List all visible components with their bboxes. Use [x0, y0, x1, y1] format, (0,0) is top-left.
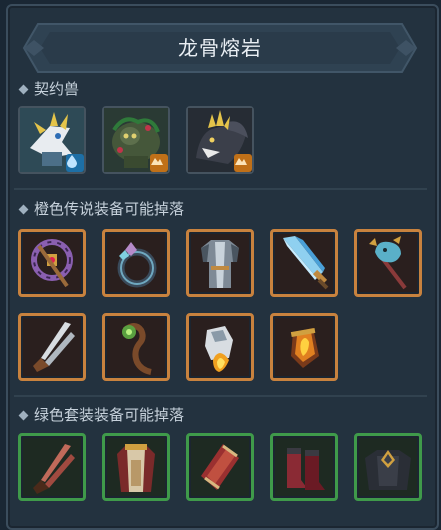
pet-slot-moss-beast[interactable]	[102, 106, 170, 174]
purple-staff-icon	[31, 239, 73, 288]
section-divider	[14, 395, 427, 397]
orange-item-ring[interactable]	[102, 229, 170, 297]
section-header-orange: 橙色传说装备可能掉落	[18, 198, 184, 220]
orange-item-flame-bracer[interactable]	[270, 313, 338, 381]
pet-slot-dark-wolf[interactable]	[186, 106, 254, 174]
section-header-pets: 契约兽	[18, 78, 79, 100]
green-item-cloak-armor[interactable]	[102, 433, 170, 501]
robe-armor-icon	[201, 240, 239, 288]
green-item-bracer[interactable]	[186, 433, 254, 501]
orange-item-dual-blade[interactable]	[18, 313, 86, 381]
section-label-pets: 契约兽	[34, 80, 80, 98]
orange-item-fire-gauntlet[interactable]	[186, 313, 254, 381]
diamond-bullet-icon	[18, 410, 29, 420]
section-divider	[14, 188, 427, 190]
dark-chestplate-icon	[365, 450, 411, 490]
ice-blade-icon	[283, 236, 329, 290]
water-drop-icon	[66, 154, 84, 172]
wooden-staff-icon	[122, 323, 152, 375]
orange-item-wooden-staff[interactable]	[102, 313, 170, 381]
diamond-bullet-icon	[18, 204, 29, 214]
section-header-green: 绿色套装装备可能掉落	[18, 404, 184, 426]
bird-scepter-icon	[369, 236, 407, 290]
orange-item-bird-scepter[interactable]	[354, 229, 422, 297]
cloak-armor-icon	[117, 444, 155, 492]
dual-blade-icon	[33, 444, 75, 494]
mountain-icon	[234, 154, 252, 172]
orange-item-robe-armor[interactable]	[186, 229, 254, 297]
section-label-green: 绿色套装装备可能掉落	[34, 406, 185, 424]
dual-blade-icon	[33, 322, 75, 372]
bracer-icon	[201, 444, 239, 490]
page-title: 龙骨熔岩	[178, 36, 262, 60]
orange-item-purple-staff[interactable]	[18, 229, 86, 297]
flame-bracer-icon	[290, 327, 319, 368]
green-item-dual-blade[interactable]	[18, 433, 86, 501]
orange-item-ice-blade[interactable]	[270, 229, 338, 297]
section-label-orange: 橙色传说装备可能掉落	[34, 200, 185, 218]
title-bar: 龙骨熔岩	[20, 20, 420, 76]
boots-icon	[287, 448, 325, 490]
green-item-boots[interactable]	[270, 433, 338, 501]
ring-icon	[117, 242, 157, 288]
pet-slot-white-dragon[interactable]	[18, 106, 86, 174]
green-item-dark-chestplate[interactable]	[354, 433, 422, 501]
diamond-bullet-icon	[18, 84, 29, 94]
mountain-icon	[150, 154, 168, 172]
fire-gauntlet-icon	[205, 326, 233, 372]
